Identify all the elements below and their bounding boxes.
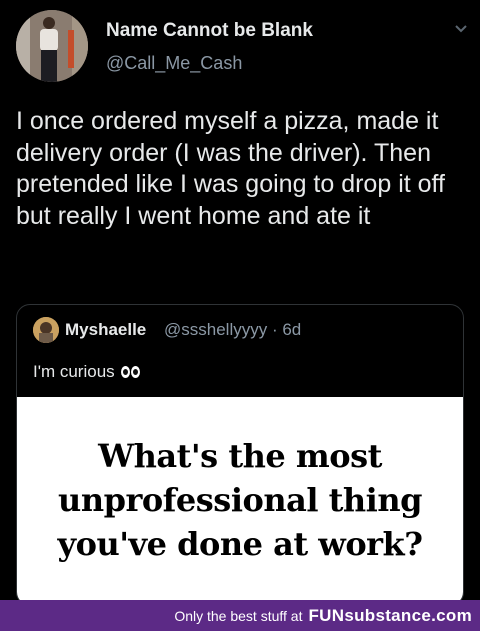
quoted-image-text: What's the most unprofessional thing you… xyxy=(58,434,423,566)
quoted-tweet[interactable]: Myshaelle @ssshellyyyy · 6d I'm curious … xyxy=(16,304,464,606)
quoted-image-line: you've done at work? xyxy=(57,525,423,563)
tweet-text: I once ordered myself a pizza, made it d… xyxy=(16,107,445,230)
avatar-photo xyxy=(16,10,88,82)
quoted-author-name[interactable]: Myshaelle xyxy=(65,320,146,340)
watermark-footer: Only the best stuff at FUNsubstance.com xyxy=(0,600,480,631)
quoted-avatar-photo xyxy=(33,317,59,343)
author-handle[interactable]: @Call_Me_Cash xyxy=(106,53,242,74)
quoted-image-line: unprofessional thing xyxy=(58,481,422,519)
chevron-down-icon[interactable] xyxy=(454,24,468,34)
quoted-author-handle[interactable]: @ssshellyyyy · 6d xyxy=(164,320,301,340)
eyes-emoji-icon xyxy=(120,366,140,378)
quoted-image-line: What's the most xyxy=(98,437,382,475)
quoted-text: I'm curious xyxy=(33,362,115,381)
footer-tagline: Only the best stuff at xyxy=(174,607,303,624)
author-avatar[interactable] xyxy=(16,10,88,82)
footer-brand[interactable]: FUNsubstance.com xyxy=(308,606,472,626)
quoted-image[interactable]: What's the most unprofessional thing you… xyxy=(17,397,463,603)
author-name[interactable]: Name Cannot be Blank xyxy=(106,20,313,42)
tweet-card: Name Cannot be Blank @Call_Me_Cash I onc… xyxy=(0,0,480,606)
quoted-author-avatar[interactable] xyxy=(33,317,59,343)
quoted-text-row: I'm curious xyxy=(33,362,140,382)
